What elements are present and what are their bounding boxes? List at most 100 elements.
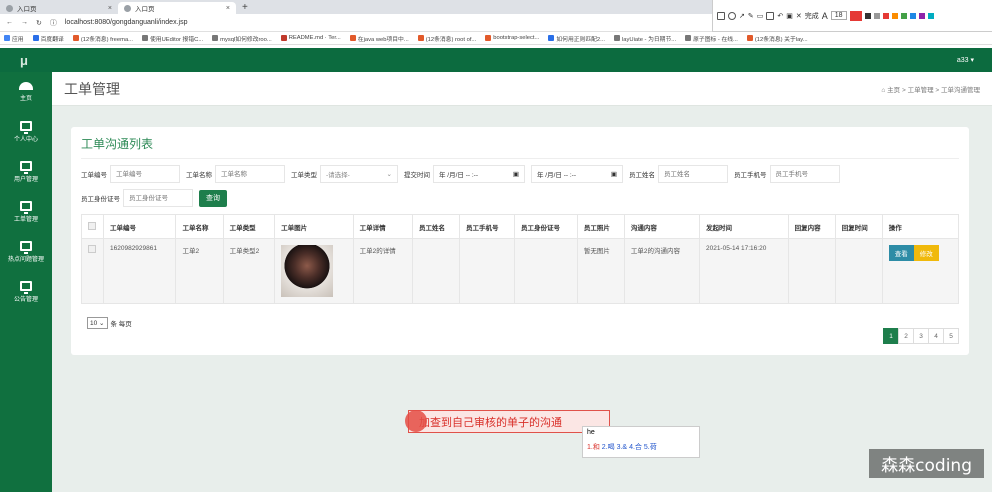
bookmark-item[interactable]: 如何用正则匹配2... bbox=[548, 34, 605, 43]
bookmark-label: 原子图标 - 在线... bbox=[693, 36, 738, 43]
sidebar-item-notices[interactable]: 公告管理 bbox=[0, 272, 52, 312]
info-icon: ⓘ bbox=[49, 19, 57, 27]
page-favicon-icon bbox=[6, 4, 13, 12]
bookmark-label: (12条消息) 关于lay... bbox=[754, 36, 808, 43]
rectangle-tool-icon[interactable] bbox=[717, 11, 725, 20]
page-size-label: 条 每页 bbox=[110, 321, 132, 328]
sidebar-item-label: 工单管理 bbox=[13, 217, 38, 223]
breadcrumb-home[interactable]: 主页 bbox=[887, 87, 900, 94]
ime-candidate[interactable]: 4.合 bbox=[629, 444, 642, 451]
color-swatch[interactable] bbox=[900, 12, 907, 19]
calendar-icon[interactable]: ▣ bbox=[611, 170, 617, 178]
bookmark-item[interactable]: (12条消息) 关于lay... bbox=[746, 34, 808, 43]
watermark: 森森coding bbox=[869, 449, 984, 478]
top-navbar: μ a33 ▾ bbox=[0, 48, 992, 72]
page-button[interactable]: 3 bbox=[913, 328, 929, 344]
page-button[interactable]: 4 bbox=[928, 328, 944, 344]
page-button[interactable]: 2 bbox=[898, 328, 914, 344]
column-header: 工单类型 bbox=[222, 214, 276, 239]
bookmark-item[interactable]: bootstrap-select... bbox=[485, 35, 539, 41]
order-no-input[interactable] bbox=[110, 165, 180, 183]
page-button[interactable]: 5 bbox=[943, 328, 959, 344]
app-logo[interactable]: μ bbox=[20, 53, 28, 68]
undo-icon[interactable]: ↶ bbox=[777, 12, 783, 20]
color-swatch[interactable] bbox=[891, 12, 898, 19]
back-icon[interactable]: ← bbox=[6, 19, 13, 26]
column-header: 员工照片 bbox=[576, 214, 625, 239]
close-tab-icon[interactable]: × bbox=[108, 5, 112, 12]
url-field[interactable]: localhost:8080/gongdanguanli/index.jsp bbox=[65, 19, 188, 26]
new-tab-icon[interactable]: + bbox=[236, 2, 254, 14]
bookmark-item[interactable]: README.md · Ter... bbox=[280, 35, 341, 41]
monitor-icon bbox=[20, 281, 32, 294]
ime-candidate[interactable]: 5.荷 bbox=[644, 444, 657, 451]
dashboard-icon bbox=[19, 82, 33, 90]
page-button[interactable]: 1 bbox=[883, 328, 899, 344]
screenshot-annotation-toolbar: ↗ ✎ ▭ ↶ ▣ ✕ 完成 A 18 bbox=[712, 0, 992, 32]
color-swatch[interactable] bbox=[882, 12, 889, 19]
row-checkbox[interactable] bbox=[88, 245, 96, 253]
emp-id-input[interactable] bbox=[123, 189, 193, 207]
ellipse-tool-icon[interactable] bbox=[728, 11, 736, 20]
save-icon[interactable]: ▣ bbox=[786, 12, 793, 20]
chevron-down-icon: ⌄ bbox=[386, 171, 392, 178]
view-button[interactable]: 查看 bbox=[888, 245, 914, 261]
emp-phone-input[interactable] bbox=[769, 165, 840, 183]
submit-time-end-input[interactable]: 年 /月/日 -- :-- ▣ bbox=[531, 165, 623, 183]
query-button[interactable]: 查询 bbox=[199, 189, 227, 207]
bookmark-item[interactable]: 使用UEditor 报错C... bbox=[142, 34, 203, 43]
sidebar-item-orders[interactable]: 工单管理 bbox=[0, 192, 52, 232]
select-all-checkbox[interactable] bbox=[88, 221, 96, 230]
bookmark-item[interactable]: (12条消息) freema... bbox=[72, 34, 133, 43]
color-swatch[interactable] bbox=[864, 12, 871, 19]
text-tool-icon[interactable] bbox=[766, 11, 775, 20]
emp-name-input[interactable] bbox=[658, 165, 728, 183]
browser-tab[interactable]: 入口页 × bbox=[0, 2, 118, 14]
edit-button[interactable]: 修改 bbox=[913, 245, 939, 261]
marker-tool-icon[interactable]: ▭ bbox=[757, 12, 764, 20]
sidebar-item-profile[interactable]: 个人中心 bbox=[0, 112, 52, 152]
bookmark-item[interactable]: layUiate - 为日期节... bbox=[613, 34, 677, 43]
sidebar-item-hot-issues[interactable]: 热点问题管理 bbox=[0, 232, 52, 272]
calendar-icon[interactable]: ▣ bbox=[513, 170, 519, 178]
arrow-tool-icon[interactable]: ↗ bbox=[739, 12, 745, 20]
browser-tab-active[interactable]: 入口页 × bbox=[118, 2, 236, 14]
forward-icon[interactable]: → bbox=[21, 19, 28, 26]
column-header: 员工姓名 bbox=[411, 214, 461, 239]
bookmark-item[interactable]: 原子图标 - 在线... bbox=[685, 34, 738, 43]
page-size-value: 10 bbox=[90, 320, 98, 327]
color-swatch[interactable] bbox=[927, 12, 934, 19]
color-swatch[interactable] bbox=[873, 12, 880, 19]
breadcrumb-orders[interactable]: 工单管理 bbox=[908, 87, 934, 94]
breadcrumb: ⌂ 主页 > 工单管理 > 工单沟通管理 bbox=[881, 86, 980, 94]
sidebar-item-home[interactable]: 主页 bbox=[0, 72, 52, 112]
bookmark-item[interactable]: 应用 bbox=[4, 34, 24, 43]
pen-tool-icon[interactable]: ✎ bbox=[748, 12, 754, 20]
done-button[interactable]: 完成 bbox=[805, 11, 819, 21]
order-name-input[interactable] bbox=[215, 165, 285, 183]
close-tab-icon[interactable]: × bbox=[226, 5, 230, 12]
table-header-row: 工单编号 工单名称 工单类型 工单图片 工单详情 员工姓名 员工手机号 员工身份… bbox=[81, 214, 960, 239]
bookmark-label: layUiate - 为日期节... bbox=[621, 36, 677, 43]
cancel-icon[interactable]: ✕ bbox=[796, 12, 802, 20]
emp-phone-label: 员工手机号 bbox=[734, 172, 767, 179]
order-type-select[interactable]: -请选择- ⌄ bbox=[320, 165, 398, 183]
user-menu[interactable]: a33 ▾ bbox=[957, 56, 974, 64]
bookmark-item[interactable]: (12条消息) root of... bbox=[417, 34, 476, 43]
sidebar-item-users[interactable]: 用户管理 bbox=[0, 152, 52, 192]
color-swatch[interactable] bbox=[918, 12, 925, 19]
bookmark-item[interactable]: 在java web项目中... bbox=[349, 34, 409, 43]
ime-candidate[interactable]: 2.喝 bbox=[602, 444, 615, 451]
color-swatch[interactable] bbox=[909, 12, 916, 19]
bookmark-item[interactable]: 百度翻译 bbox=[32, 34, 64, 43]
submit-time-start-input[interactable]: 年 /月/日 -- :-- ▣ bbox=[433, 165, 525, 183]
page-size-select[interactable]: 10 ⌄ bbox=[87, 317, 108, 329]
reload-icon[interactable]: ↻ bbox=[36, 19, 42, 27]
bookmark-label: bootstrap-select... bbox=[493, 35, 540, 41]
bookmark-item[interactable]: mysql如何修改roo... bbox=[212, 34, 272, 43]
monitor-icon bbox=[20, 201, 32, 214]
font-size-select[interactable]: 18 bbox=[830, 11, 847, 20]
ime-candidate[interactable]: 3.& bbox=[617, 444, 628, 451]
ime-candidate[interactable]: 1.和 bbox=[587, 444, 600, 451]
current-color-swatch[interactable] bbox=[849, 10, 862, 21]
